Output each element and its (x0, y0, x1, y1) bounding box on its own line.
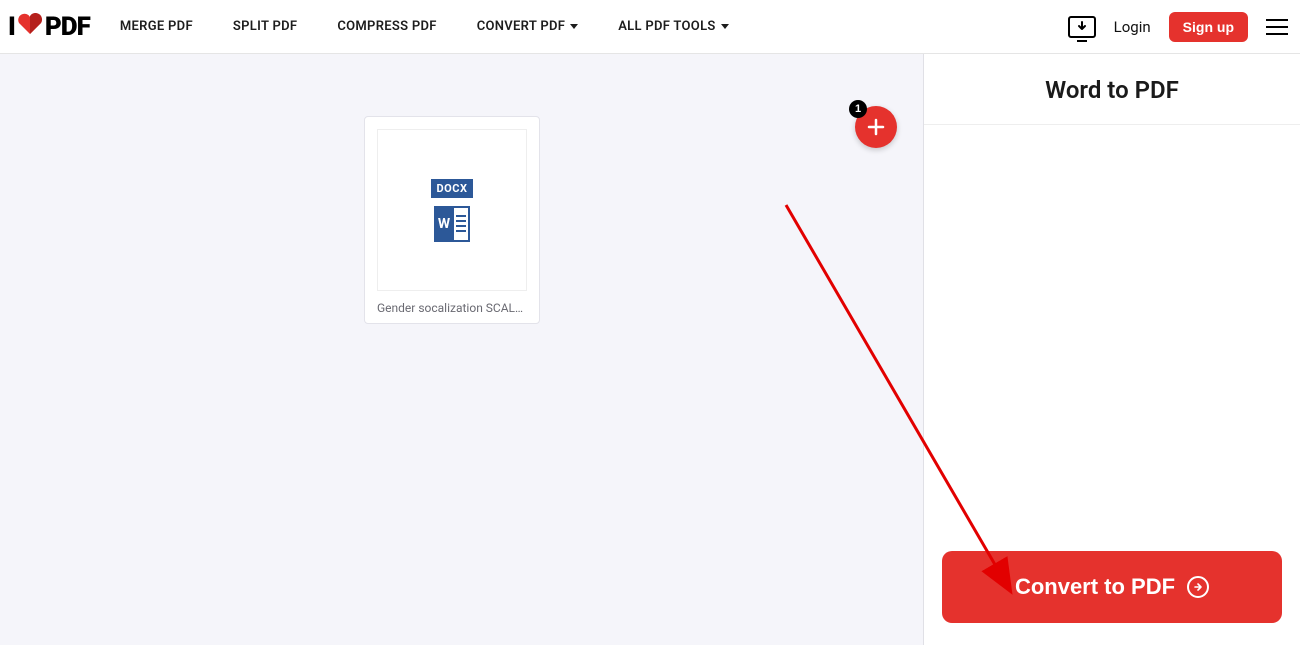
chevron-down-icon (721, 24, 729, 29)
sidebar-title: Word to PDF (924, 54, 1300, 125)
logo-text-right: PDF (45, 12, 90, 42)
sidebar: Word to PDF Convert to PDF (924, 54, 1300, 645)
add-file-button[interactable]: 1 (855, 106, 897, 148)
nav-split[interactable]: SPLIT PDF (233, 19, 297, 34)
main-header: I PDF MERGE PDF SPLIT PDF COMPRESS PDF C… (0, 0, 1300, 54)
convert-button-label: Convert to PDF (1015, 574, 1175, 600)
plus-icon (866, 117, 886, 137)
signup-button[interactable]: Sign up (1169, 12, 1248, 42)
nav-convert[interactable]: CONVERT PDF (477, 19, 578, 34)
login-link[interactable]: Login (1114, 18, 1151, 36)
nav-convert-label: CONVERT PDF (477, 19, 565, 34)
nav-all-tools[interactable]: ALL PDF TOOLS (618, 19, 728, 34)
nav-compress[interactable]: COMPRESS PDF (337, 19, 436, 34)
word-icon-letter: W (434, 206, 454, 242)
file-thumbnail: DOCX W (377, 129, 527, 291)
sidebar-body (924, 125, 1300, 551)
logo[interactable]: I PDF (8, 12, 90, 42)
nav-merge[interactable]: MERGE PDF (120, 19, 193, 34)
file-count-badge: 1 (849, 100, 867, 118)
nav-menu: MERGE PDF SPLIT PDF COMPRESS PDF CONVERT… (120, 19, 729, 34)
docx-badge: DOCX (431, 179, 474, 198)
hamburger-menu-icon[interactable] (1266, 19, 1288, 35)
arrow-right-circle-icon (1187, 576, 1209, 598)
workspace: DOCX W Gender socalization SCALE (... 1 (0, 54, 924, 645)
word-icon: W (434, 206, 470, 242)
header-right: Login Sign up (1068, 12, 1288, 42)
main-area: DOCX W Gender socalization SCALE (... 1 (0, 54, 1300, 645)
word-icon-lines (454, 206, 470, 242)
nav-all-tools-label: ALL PDF TOOLS (618, 19, 715, 34)
file-card[interactable]: DOCX W Gender socalization SCALE (... (364, 116, 540, 324)
desktop-download-icon[interactable] (1068, 16, 1096, 38)
chevron-down-icon (570, 24, 578, 29)
file-name: Gender socalization SCALE (... (377, 301, 527, 315)
logo-text-left: I (8, 12, 15, 42)
heart-icon (17, 12, 43, 42)
convert-button[interactable]: Convert to PDF (942, 551, 1282, 623)
